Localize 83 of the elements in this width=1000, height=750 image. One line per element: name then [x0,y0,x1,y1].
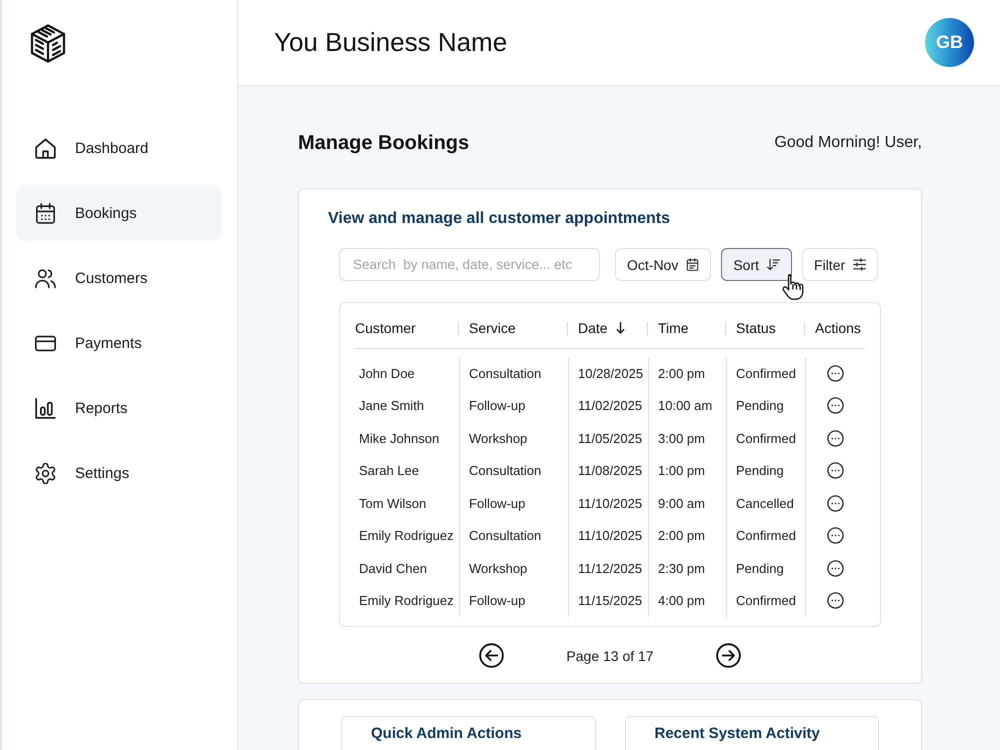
table-cell-text: Sarah Lee [358,462,420,480]
hand-cursor-icon [782,274,804,300]
calendar-icon [686,258,700,271]
table-cell: 10:00 am [648,390,726,422]
sidebar-item[interactable]: Settings [16,445,222,501]
table-cell: 11/02/2025 [568,390,648,422]
table-cell: 2:30 pm [648,552,726,584]
ellipsis-icon[interactable] [827,527,844,544]
table-cell: Workshop [459,552,568,584]
settings-icon [35,462,56,484]
table-cell: 3:00 pm [648,422,726,454]
filter-button[interactable]: Filter [802,248,878,281]
table-cell: 2:00 pm [648,357,726,390]
sort-button[interactable]: Sort [721,248,792,281]
column-header[interactable]: Date [568,316,648,340]
panel-title: Recent System Activity [654,725,820,742]
ellipsis-icon[interactable] [827,430,844,447]
ellipsis-icon[interactable] [827,462,844,480]
panel-title: Quick Admin Actions [371,725,522,742]
table-cell: Confirmed [726,422,805,454]
sidebar-item[interactable]: Reports [16,380,222,436]
table-cell: 1:00 pm [648,454,726,487]
page-indicator: Page 13 of 17 [566,648,654,664]
table-cell: 9:00 am [648,487,726,520]
table-cell: Confirmed [726,520,805,552]
page-title: Manage Bookings [298,132,470,154]
greeting-text: Good Morning! User, [774,134,922,152]
table-cell: 11/12/2025 [568,552,648,584]
sliders-icon [853,258,866,271]
table-cell-text: David Chen [358,560,428,578]
card-title: View and manage all customer appointments [328,209,672,229]
table-cell: 11/15/2025 [568,584,648,617]
table-cell-text: Jane Smith [358,397,426,416]
business-name: You Business Name [274,27,508,58]
users-icon [35,268,56,288]
column-header[interactable]: Actions [805,316,865,340]
ellipsis-icon[interactable] [827,592,844,610]
table-cell-text: Emily Rodriguez [358,592,455,610]
table-cell: 11/10/2025 [568,520,648,552]
table-cell: Confirmed [726,357,805,390]
column-header[interactable]: Status [726,316,805,340]
table-cell: Follow-up [459,390,568,422]
table-cell-text: Mike Johnson [358,430,440,448]
sort-icon [767,258,780,271]
table-cell: Pending [726,390,805,422]
table-cell: Consultation [459,520,568,552]
ellipsis-icon[interactable] [827,494,844,512]
table-cell: Pending [726,552,805,584]
calendar-icon [35,202,56,224]
table-cell: 4:00 pm [648,584,726,617]
table-cell: 11/05/2025 [568,422,648,454]
table-cell: 10/28/2025 [568,357,648,390]
table-cell: Confirmed [726,584,805,617]
table-cell-text: John Doe [358,364,416,383]
ellipsis-icon[interactable] [827,397,844,414]
search-field[interactable]: Search by name, date, service... etc [339,248,600,281]
bar-chart-icon [35,398,56,418]
sidebar-item[interactable]: Customers [16,250,222,306]
table-cell-text: Tom Wilson [358,494,428,513]
sidebar-item[interactable]: Payments [16,315,222,371]
table-cell: Workshop [459,422,568,454]
table-cell: 11/08/2025 [568,454,648,487]
table-cell: Follow-up [459,487,568,520]
table-cell: Consultation [459,357,568,390]
cube-logo-icon [30,24,66,63]
sidebar-item[interactable]: Dashboard [16,120,222,176]
ellipsis-icon[interactable] [827,560,844,577]
column-header[interactable]: Customer [355,316,459,340]
column-header[interactable]: Service [459,316,568,340]
table-cell: 11/10/2025 [568,487,648,520]
table-cell: 2:00 pm [648,520,726,552]
table-cell: Follow-up [459,584,568,617]
sidebar-item[interactable]: Bookings [16,185,222,241]
column-header[interactable]: Time [648,316,726,340]
table-cell-text: Emily Rodriguez [358,527,455,546]
table-cell: Consultation [459,454,568,487]
home-icon [35,138,56,158]
table-cell: Pending [726,454,805,487]
table-cell: Cancelled [726,487,805,520]
arrow-down-icon [616,322,625,334]
ellipsis-icon[interactable] [827,364,844,382]
avatar[interactable]: GB [925,18,974,67]
date-range-button[interactable]: Oct-Nov [615,248,712,281]
